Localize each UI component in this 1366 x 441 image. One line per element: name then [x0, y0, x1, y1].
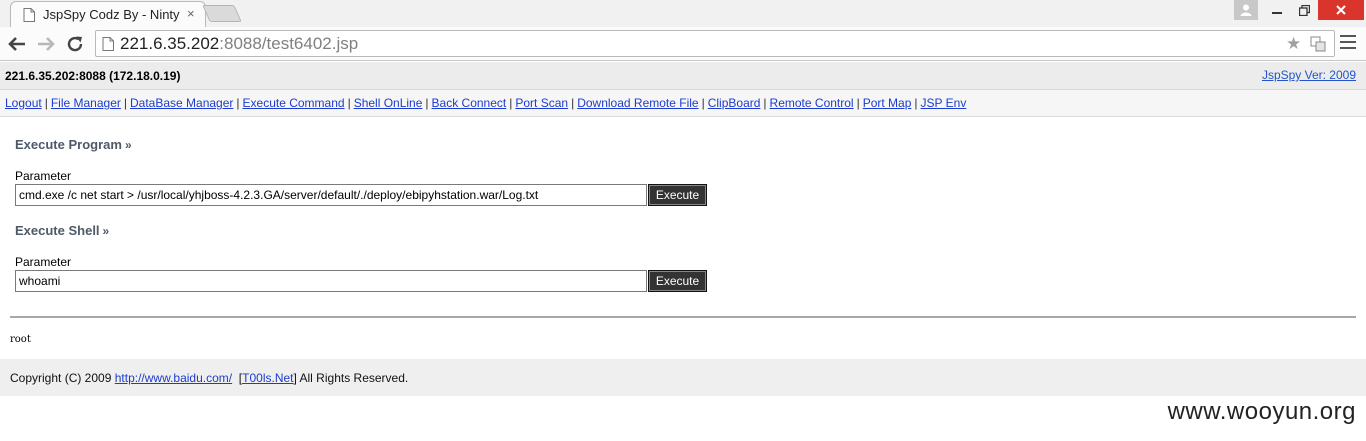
shell-parameter-label: Parameter	[15, 255, 72, 269]
address-bar[interactable]: 221.6.35.202:8088/test6402.jsp ★	[95, 30, 1335, 57]
menu-link-file-manager[interactable]: File Manager	[51, 96, 121, 110]
bookmark-star-icon[interactable]: ★	[1286, 34, 1301, 54]
menu-separator: |	[914, 96, 918, 110]
menu-separator: |	[571, 96, 575, 110]
browser-toolbar: 221.6.35.202:8088/test6402.jsp ★	[0, 27, 1366, 61]
reload-icon[interactable]	[65, 34, 85, 54]
menu-separator: |	[44, 96, 48, 110]
menu-separator: |	[236, 96, 240, 110]
copyright-text: Copyright (C) 2009	[10, 371, 112, 385]
menu-separator: |	[763, 96, 767, 110]
chrome-menu-icon[interactable]	[1340, 35, 1356, 53]
browser-titlebar: JspSpy Codz By - Ninty ×	[0, 0, 1366, 27]
page-header: 221.6.35.202:8088 (172.18.0.19) JspSpy V…	[0, 62, 1366, 90]
menu-link-shell-online[interactable]: Shell OnLine	[354, 96, 423, 110]
bracket-close: ]	[293, 371, 297, 385]
page-footer: Copyright (C) 2009 http://www.baidu.com/…	[0, 359, 1366, 396]
page-icon	[102, 37, 114, 51]
tab-title: JspSpy Codz By - Ninty	[43, 7, 180, 22]
wooyun-watermark: www.wooyun.org	[1167, 398, 1356, 425]
t00ls-link[interactable]: T00ls.Net	[242, 371, 293, 385]
execute-shell-title: Execute Shell»	[15, 223, 110, 238]
menu-link-port-map[interactable]: Port Map	[863, 96, 912, 110]
menu-link-back-connect[interactable]: Back Connect	[432, 96, 507, 110]
command-output: root	[10, 334, 31, 345]
menu-link-clipboard[interactable]: ClipBoard	[708, 96, 761, 110]
close-window-icon[interactable]	[1318, 0, 1364, 20]
translate-icon[interactable]	[1310, 36, 1326, 52]
execute-shell-button[interactable]: Execute	[648, 270, 707, 292]
main-menu: Logout | File Manager | DataBase Manager | Exe…	[0, 90, 1366, 117]
baidu-link[interactable]: http://www.baidu.com/	[115, 371, 232, 385]
menu-link-jsp-env[interactable]: JSP Env	[921, 96, 967, 110]
menu-separator: |	[509, 96, 513, 110]
output-divider	[10, 316, 1356, 318]
menu-link-database-manager[interactable]: DataBase Manager	[130, 96, 233, 110]
back-arrow-icon[interactable]	[7, 34, 27, 54]
new-tab-button[interactable]	[202, 5, 242, 22]
forward-arrow-icon[interactable]	[36, 34, 56, 54]
menu-link-execute-command[interactable]: Execute Command	[243, 96, 345, 110]
menu-link-download-remote-file[interactable]: Download Remote File	[577, 96, 698, 110]
server-info: 221.6.35.202:8088 (172.18.0.19)	[5, 69, 181, 83]
menu-separator: |	[856, 96, 860, 110]
program-parameter-label: Parameter	[15, 169, 72, 183]
menu-separator: |	[347, 96, 351, 110]
browser-tab[interactable]: JspSpy Codz By - Ninty ×	[10, 1, 206, 27]
menu-separator: |	[701, 96, 705, 110]
menu-link-port-scan[interactable]: Port Scan	[515, 96, 568, 110]
tab-close-icon[interactable]: ×	[187, 6, 195, 21]
menu-link-remote-control[interactable]: Remote Control	[770, 96, 854, 110]
page-icon	[23, 8, 35, 22]
restore-icon[interactable]	[1290, 0, 1318, 20]
shell-parameter-input[interactable]	[15, 270, 647, 292]
menu-link-logout[interactable]: Logout	[5, 96, 42, 110]
rights-text: All Rights Reserved.	[299, 371, 409, 385]
menu-separator: |	[123, 96, 127, 110]
program-parameter-input[interactable]	[15, 184, 647, 206]
minimize-icon[interactable]	[1264, 0, 1290, 20]
version-link[interactable]: JspSpy Ver: 2009	[1262, 68, 1356, 82]
url-text[interactable]: 221.6.35.202:8088/test6402.jsp	[120, 34, 358, 54]
menu-separator: |	[425, 96, 429, 110]
user-profile-icon[interactable]	[1234, 0, 1258, 20]
execute-program-button[interactable]: Execute	[648, 184, 707, 206]
execute-program-title: Execute Program»	[15, 137, 132, 152]
